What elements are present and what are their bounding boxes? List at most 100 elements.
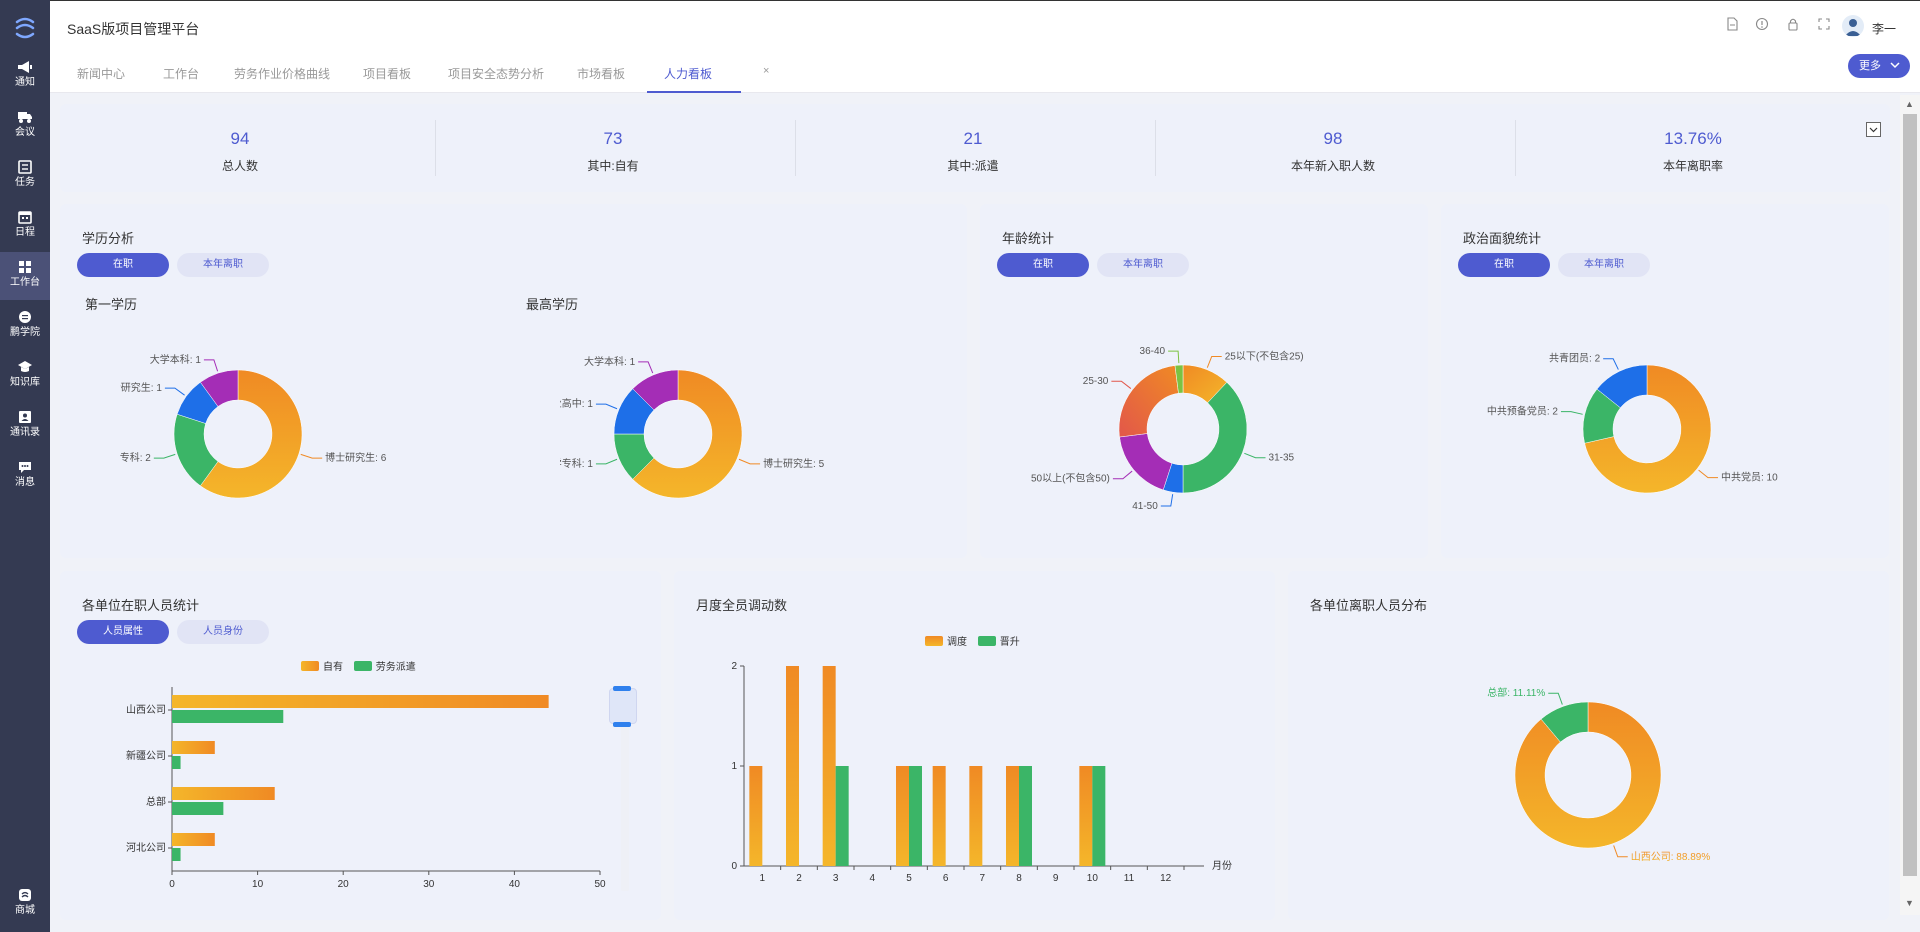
user-name[interactable]: 李一 (1872, 20, 1896, 37)
fullscreen-icon[interactable] (1817, 17, 1831, 31)
tab-project-board[interactable]: 项目看板 (363, 65, 411, 82)
bar-dispatch-2 (786, 666, 799, 866)
x-tick-label-3: 3 (833, 873, 839, 884)
slice-label: 大学专科: 2 (120, 451, 151, 464)
nav-item-store[interactable]: 商城 (0, 880, 50, 928)
resign-distribution-card: 各单位离职人员分布 山西公司: 88.89% 总部: 11.11% (1288, 571, 1889, 920)
label-leader-line (738, 458, 761, 465)
stat-label: 其中:派遣 (947, 159, 999, 173)
nav-item-notice[interactable]: 通知 (0, 52, 50, 100)
tab-project-safety[interactable]: 项目安全态势分析 (448, 65, 544, 82)
slice-label: 25-30 (1083, 376, 1109, 387)
bar-own-4 (172, 833, 215, 846)
nav-item-contacts[interactable]: 通讯录 (0, 402, 50, 450)
nav-item-message[interactable]: 消息 (0, 452, 50, 500)
stat-value: 94 (230, 129, 250, 148)
label-leader-line (153, 453, 176, 459)
bar-dispatched-2 (172, 756, 181, 769)
filter-attribute-button[interactable]: 人员属性 (77, 620, 169, 644)
filter-identity-button[interactable]: 人员身份 (177, 620, 269, 644)
nav-label: 知识库 (10, 377, 40, 388)
bar-dispatch-8 (1006, 766, 1019, 866)
legend-swatch (925, 636, 943, 646)
filter-active-button[interactable]: 在职 (1458, 253, 1550, 277)
x-tick-label-1: 1 (760, 873, 766, 884)
slider-window[interactable] (609, 688, 637, 724)
label-leader-line (1613, 845, 1628, 858)
filter-resigned-button[interactable]: 本年离职 (1097, 253, 1189, 277)
card-title: 政治面貌统计 (1463, 231, 1542, 246)
chat-icon (19, 462, 31, 473)
x-tick-label-2: 2 (796, 873, 802, 884)
task-list-icon (18, 160, 32, 174)
donut-slice-2 (1182, 381, 1248, 494)
filter-active-button[interactable]: 在职 (997, 253, 1089, 277)
nav-item-task[interactable]: 任务 (0, 152, 50, 200)
nav-label: 通讯录 (10, 427, 40, 438)
stat-turnover: 13.76% 本年离职率 (1513, 104, 1873, 192)
tab-workbench[interactable]: 工作台 (163, 65, 199, 82)
filter-active-button[interactable]: 在职 (77, 253, 169, 277)
stat-label: 总人数 (221, 159, 258, 173)
nav-item-workbench[interactable]: 工作台 (0, 252, 50, 300)
collapse-button[interactable] (1866, 122, 1881, 137)
first-education-donut-chart: 博士研究生: 6 大学专科: 2 硕士研究生: 1 大学本科: 1 (120, 353, 387, 499)
info-icon[interactable] (1755, 17, 1769, 31)
bar-own-1 (172, 695, 549, 708)
more-button[interactable]: 更多 (1848, 54, 1910, 78)
y-tick-label-3: 2 (731, 661, 737, 672)
scrollbar-thumb[interactable] (1903, 114, 1917, 876)
resign-donut-chart: 山西公司: 88.89% 总部: 11.11% (1487, 686, 1710, 863)
chart-zoom-slider[interactable] (609, 686, 643, 898)
x-tick-label-8: 8 (1016, 873, 1022, 884)
document-icon[interactable] (1725, 17, 1739, 31)
bar-dispatch-7 (969, 766, 983, 866)
slice-label: 博士研究生: 5 (763, 457, 825, 470)
education-card: 学历分析 在职 本年离职 第一学历 最高学历 博士研究生: 6大学专科: 2硕士… (60, 204, 967, 558)
nav-item-meeting[interactable]: 会议 (0, 102, 50, 150)
truck-icon (18, 112, 32, 123)
x-tick-label-3: 20 (338, 879, 350, 890)
scroll-down-icon[interactable]: ▼ (1905, 898, 1914, 908)
label-leader-line (203, 359, 219, 372)
label-leader-line (300, 453, 323, 459)
x-tick-label-6: 50 (594, 879, 606, 890)
nav-item-knowledge[interactable]: 知识库 (0, 352, 50, 400)
bar-dispatch-1 (749, 766, 763, 866)
y-tick-label-1: 0 (731, 861, 737, 872)
label-leader-line (638, 361, 654, 374)
label-leader-line (1560, 411, 1583, 415)
tab-news[interactable]: 新闻中心 (77, 65, 125, 82)
avatar[interactable] (1842, 15, 1864, 37)
slice-label: 共青团员: 2 (1549, 352, 1601, 365)
lock-icon[interactable] (1786, 17, 1800, 31)
tab-labor-price-curve[interactable]: 劳务作业价格曲线 (234, 65, 330, 82)
tab-market-board[interactable]: 市场看板 (577, 65, 625, 82)
graduation-cap-icon (18, 361, 32, 372)
tab-close-icon[interactable]: × (763, 65, 769, 77)
filter-resigned-button[interactable]: 本年离职 (1558, 253, 1650, 277)
bar-dispatched-1 (172, 710, 284, 723)
x-tick-label-5: 40 (509, 879, 521, 890)
tab-hr-board[interactable]: 人力看板 (664, 65, 712, 82)
slider-handle-bottom[interactable] (613, 722, 631, 727)
slider-handle-top[interactable] (613, 686, 631, 691)
nav-item-schedule[interactable]: 日程 (0, 202, 50, 250)
calendar-icon (18, 211, 32, 224)
card-title: 学历分析 (82, 231, 135, 246)
bar-dispatched-3 (172, 802, 224, 815)
contacts-icon (19, 411, 31, 423)
nav-item-academy[interactable]: 鹏学院 (0, 302, 50, 350)
donut-slice-5 (1118, 365, 1179, 438)
highest-education-donut-chart: 博士研究生: 5 大学专科: 1 职业高中: 1 大学本科: 1 (560, 355, 825, 499)
bar-dispatch-3 (822, 666, 836, 866)
megaphone-icon (18, 61, 32, 73)
card-title: 月度全员调动数 (696, 598, 788, 613)
label-leader-line (595, 458, 618, 465)
scroll-up-icon[interactable]: ▲ (1905, 99, 1914, 109)
logo-icon (15, 17, 35, 39)
filter-resigned-button[interactable]: 本年离职 (177, 253, 269, 277)
nav-label: 鹏学院 (10, 327, 40, 338)
nav-label: 会议 (15, 127, 35, 138)
stat-value: 98 (1323, 129, 1343, 148)
